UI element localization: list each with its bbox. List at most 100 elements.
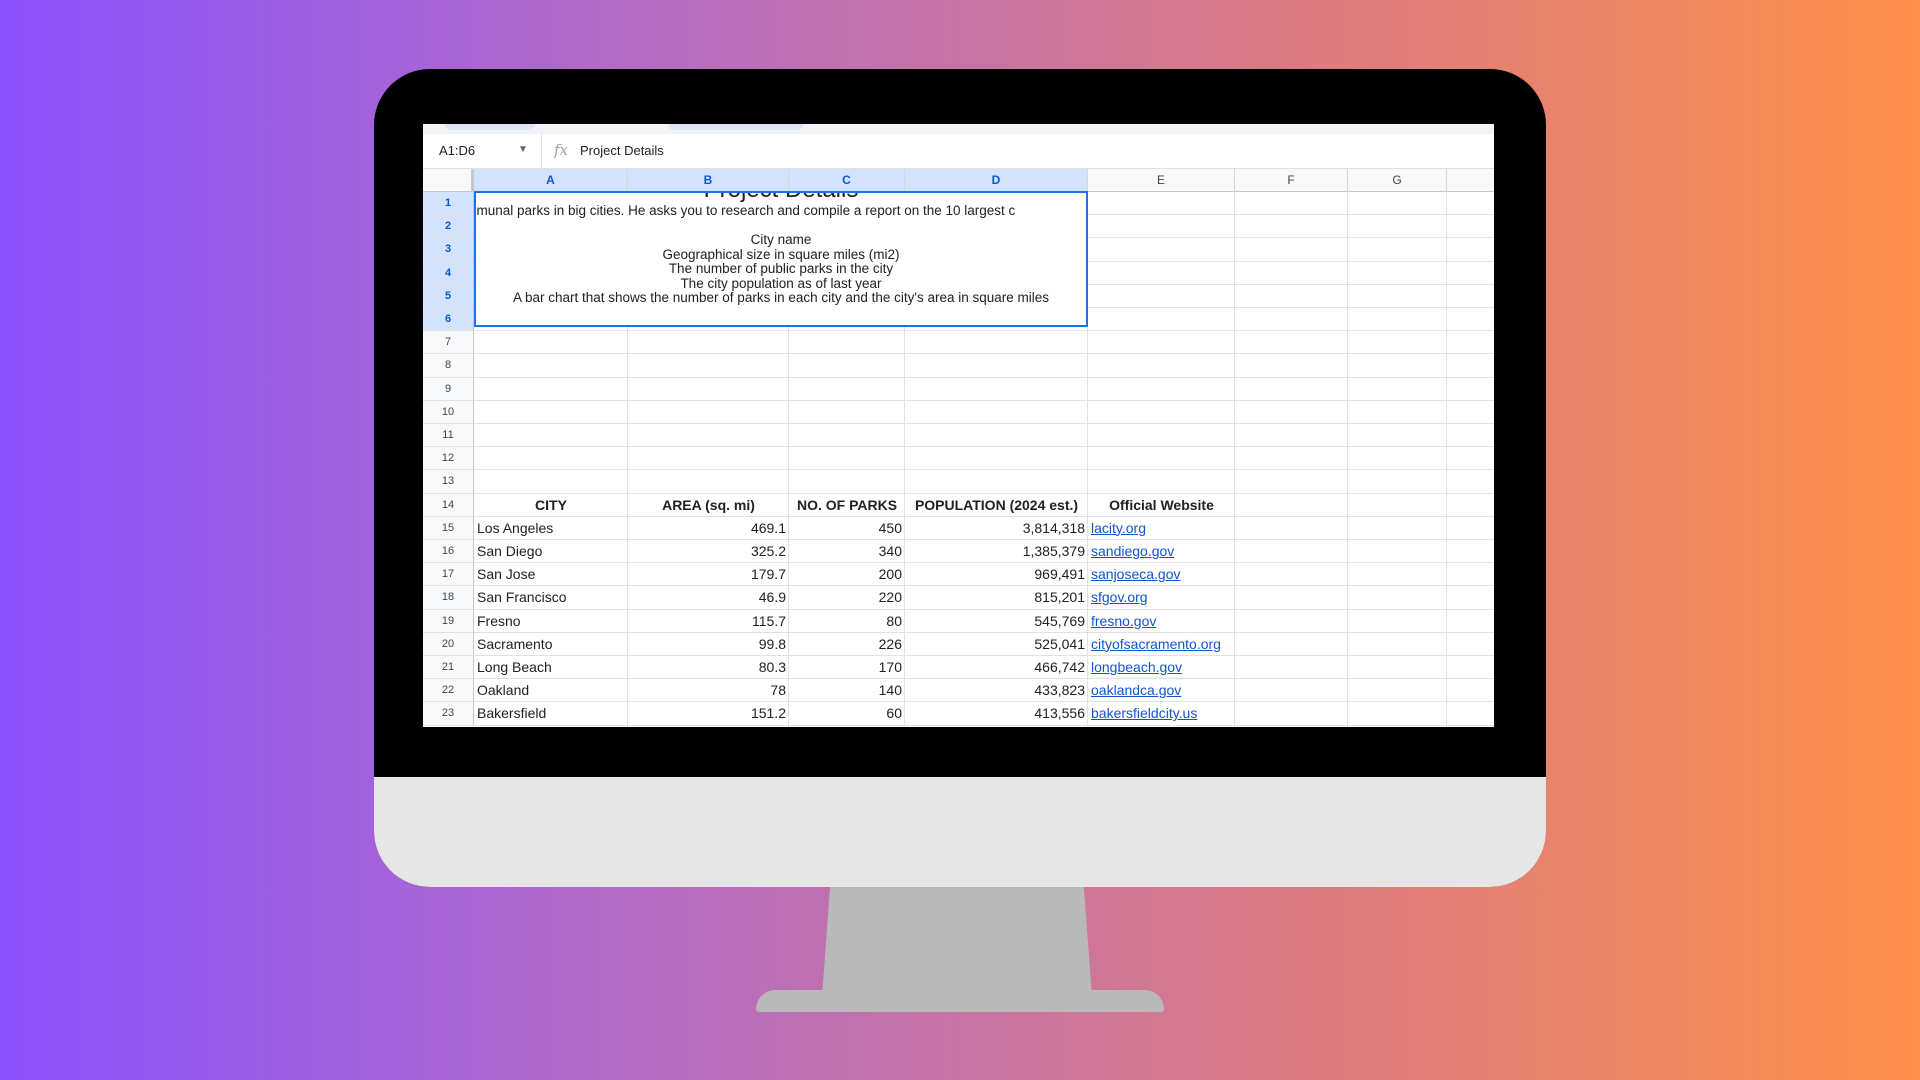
row-header-5[interactable]: 5 <box>423 284 474 308</box>
grid-line <box>1347 191 1348 727</box>
row-header-13[interactable]: 13 <box>423 470 474 494</box>
table-cell[interactable]: 200 <box>789 563 905 586</box>
table-cell[interactable]: Fresno <box>474 610 628 633</box>
table-cell[interactable]: 545,769 <box>905 610 1088 633</box>
table-cell[interactable]: 433,823 <box>905 679 1088 702</box>
toolbar-strip <box>423 124 1494 134</box>
name-box-value: A1:D6 <box>439 143 476 158</box>
table-cell[interactable]: 170 <box>789 656 905 679</box>
website-link[interactable]: oaklandca.gov <box>1088 679 1265 702</box>
table-cell[interactable]: 226 <box>789 633 905 656</box>
table-cell[interactable]: Bakersfield <box>474 702 628 725</box>
formula-bar: A1:D6 ▼ fx Project Details <box>423 134 1494 169</box>
table-cell[interactable]: 115.7 <box>628 610 789 633</box>
table-cell[interactable]: 60 <box>789 702 905 725</box>
merged-cell-a1-d6[interactable]: Project Details communal parks in big ci… <box>474 191 1088 327</box>
row-header-22[interactable]: 22 <box>423 679 474 703</box>
table-cell[interactable]: 151.2 <box>628 702 789 725</box>
row-header-15[interactable]: 15 <box>423 516 474 540</box>
row-header-2[interactable]: 2 <box>423 215 474 239</box>
table-cell[interactable]: 325.2 <box>628 540 789 563</box>
table-cell[interactable]: Sacramento <box>474 633 628 656</box>
formula-input[interactable]: Project Details <box>580 143 664 158</box>
toolbar-control[interactable] <box>445 124 535 130</box>
table-cell[interactable]: 413,556 <box>905 702 1088 725</box>
row-header-1[interactable]: 1 <box>423 192 474 216</box>
website-link[interactable]: cityofsacramento.org <box>1088 633 1265 656</box>
row-header-9[interactable]: 9 <box>423 377 474 401</box>
toolbar-control[interactable] <box>668 124 803 130</box>
row-header-12[interactable]: 12 <box>423 447 474 471</box>
spreadsheet-screen: A1:D6 ▼ fx Project Details ABCDEFG 12345… <box>423 124 1494 727</box>
column-header-f[interactable]: F <box>1235 169 1348 191</box>
table-cell[interactable]: 80 <box>789 610 905 633</box>
table-cell[interactable]: Los Angeles <box>474 517 628 540</box>
website-link[interactable]: sfgov.org <box>1088 586 1265 609</box>
website-link[interactable]: longbeach.gov <box>1088 656 1265 679</box>
table-cell[interactable]: 815,201 <box>905 586 1088 609</box>
table-cell[interactable]: 469.1 <box>628 517 789 540</box>
row-header-4[interactable]: 4 <box>423 261 474 285</box>
table-cell[interactable]: 46.9 <box>628 586 789 609</box>
table-cell[interactable]: 466,742 <box>905 656 1088 679</box>
row-header-20[interactable]: 20 <box>423 632 474 656</box>
table-header-cell[interactable]: NO. OF PARKS <box>789 494 905 517</box>
table-cell[interactable]: Long Beach <box>474 656 628 679</box>
table-cell[interactable]: 969,491 <box>905 563 1088 586</box>
website-link[interactable]: sandiego.gov <box>1088 540 1265 563</box>
row-header-19[interactable]: 19 <box>423 609 474 633</box>
table-cell[interactable]: 99.8 <box>628 633 789 656</box>
website-link[interactable]: fresno.gov <box>1088 610 1265 633</box>
column-header-b[interactable]: B <box>628 169 789 191</box>
website-link[interactable]: lacity.org <box>1088 517 1265 540</box>
row-header-17[interactable]: 17 <box>423 563 474 587</box>
table-cell[interactable]: Oakland <box>474 679 628 702</box>
table-header-cell[interactable]: Official Website <box>1088 494 1235 517</box>
row-header-7[interactable]: 7 <box>423 331 474 355</box>
table-cell[interactable]: 3,814,318 <box>905 517 1088 540</box>
fx-icon: fx <box>554 141 569 159</box>
table-cell[interactable]: 220 <box>789 586 905 609</box>
column-header-d[interactable]: D <box>905 169 1088 191</box>
table-cell[interactable]: San Francisco <box>474 586 628 609</box>
row-header-10[interactable]: 10 <box>423 400 474 424</box>
column-header-a[interactable]: A <box>474 169 628 191</box>
row-header-21[interactable]: 21 <box>423 656 474 680</box>
table-cell[interactable]: 179.7 <box>628 563 789 586</box>
row-header-18[interactable]: 18 <box>423 586 474 610</box>
row-header-11[interactable]: 11 <box>423 424 474 448</box>
table-cell[interactable]: 450 <box>789 517 905 540</box>
row-header-3[interactable]: 3 <box>423 238 474 262</box>
column-header-g[interactable]: G <box>1348 169 1447 191</box>
monitor-stand-base <box>756 990 1164 1012</box>
select-all-corner[interactable] <box>423 169 474 191</box>
column-header-e[interactable]: E <box>1088 169 1235 191</box>
name-box[interactable]: A1:D6 ▼ <box>423 134 542 168</box>
table-cell[interactable]: 340 <box>789 540 905 563</box>
website-link[interactable]: bakersfieldcity.us <box>1088 702 1265 725</box>
row-header-8[interactable]: 8 <box>423 354 474 378</box>
website-link[interactable]: sanjoseca.gov <box>1088 563 1265 586</box>
table-cell[interactable]: 525,041 <box>905 633 1088 656</box>
table-cell[interactable]: San Diego <box>474 540 628 563</box>
table-cell[interactable]: 140 <box>789 679 905 702</box>
table-header-cell[interactable]: POPULATION (2024 est.) <box>905 494 1088 517</box>
requirement-line: City name <box>750 232 812 247</box>
table-cell[interactable]: 1,385,379 <box>905 540 1088 563</box>
row-header-23[interactable]: 23 <box>423 702 474 726</box>
column-header-c[interactable]: C <box>789 169 905 191</box>
table-cell[interactable]: 78 <box>628 679 789 702</box>
requirement-line: The number of public parks in the city <box>668 261 894 276</box>
row-header-6[interactable]: 6 <box>423 308 474 332</box>
table-header-cell[interactable]: AREA (sq. mi) <box>628 494 789 517</box>
grid-line <box>1446 191 1447 727</box>
row-header-14[interactable]: 14 <box>423 493 474 517</box>
row-header-16[interactable]: 16 <box>423 540 474 564</box>
table-cell[interactable]: San Jose <box>474 563 628 586</box>
monitor-chin <box>374 777 1546 887</box>
table-cell[interactable]: 80.3 <box>628 656 789 679</box>
dropdown-arrow-icon[interactable]: ▼ <box>518 144 528 155</box>
column-headers: ABCDEFG <box>423 169 1494 192</box>
monitor-stand-neck <box>822 887 1092 997</box>
table-header-cell[interactable]: CITY <box>474 494 628 517</box>
